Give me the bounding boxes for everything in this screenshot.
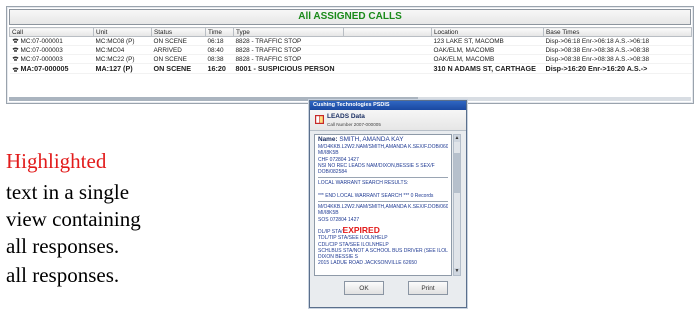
caption-line-4: all responses. [6,234,120,258]
location-cell: 310 N ADAMS ST, CARTHAGE [431,63,544,74]
dialog-header: LEADS Data Call Number 2007-000005 [310,110,466,131]
base-times-cell: Disp->08:38 Enr->08:38 A.S.->08:38 [543,54,692,64]
table-row[interactable]: MC:07-000003 MC:MC22 (P) ON SCENE 08:38 … [9,54,692,64]
base-times-cell: Disp->06:18 Enr->06:18 A.S.->06:18 [543,36,692,46]
call-cell: MC:07-000003 [9,45,94,55]
unit-cell: MC:MC04 [93,45,152,55]
call-cell: MA:07-000005 [9,63,94,74]
call-cell: MC:07-000003 [9,54,94,64]
calls-table: Call Unit Status Time Type Location Base… [9,27,692,74]
status-cell: ON SCENE [151,36,206,46]
type-cell: 8828 - TRAFFIC STOP [233,45,344,55]
dialog-vertical-scrollbar[interactable]: ▲ ▼ [453,134,461,276]
print-button[interactable]: Print [408,281,448,295]
time-cell: 16:20 [205,63,234,74]
divider [318,177,448,179]
status-cell: ARRIVED [151,45,206,55]
name-line: Name: SMITH, AMANDA KAY [318,136,404,143]
time-cell: 06:18 [205,36,234,46]
col-header-call[interactable]: Call [9,27,94,37]
col-header-base-times[interactable]: Base Times [543,27,692,37]
calls-header-row: Call Unit Status Time Type Location Base… [9,27,692,37]
col-header-location[interactable]: Location [431,27,544,37]
unit-cell: MC:MC22 (P) [93,54,152,64]
phone-icon [12,56,18,62]
time-cell: 08:38 [205,54,234,64]
base-times-cell: Disp->16:20 Enr->16:20 A.S.-> [543,63,692,74]
caption-highlighted: Highlighted [6,149,107,173]
blank-cell [343,36,432,46]
type-cell: 8001 - SUSPICIOUS PERSON [233,63,344,74]
leads-response-text[interactable]: Name: SMITH, AMANDA KAY M/O4KKB.L2W2.NAM… [314,134,452,276]
table-row[interactable]: MA:07-000005 MA:127 (P) ON SCENE 16:20 8… [9,63,692,74]
scrollbar-thumb[interactable] [454,153,460,193]
location-cell: OAK/ELM, MACOMB [431,54,544,64]
blank-cell [343,45,432,55]
col-header-status[interactable]: Status [151,27,206,37]
call-cell: MC:07-000001 [9,36,94,46]
col-header-unit[interactable]: Unit [93,27,152,37]
response-line: DOB/082584 [318,169,347,176]
calls-panel-title: All ASSIGNED CALLS [9,9,691,25]
table-row[interactable]: MC:07-000003 MC:MC04 ARRIVED 08:40 8828 … [9,45,692,55]
dialog-call-number: Call Number 2007-000005 [327,122,381,127]
phone-icon [12,47,18,53]
unit-cell: MC:MC08 (P) [93,36,152,46]
location-cell: 123 LAKE ST, MACOMB [431,36,544,46]
status-cell: ON SCENE [151,63,206,74]
col-header-blank[interactable] [343,27,432,37]
caption-line-2: text in a single [6,180,130,204]
divider [318,201,448,203]
expired-highlight: EXPIRED [342,226,380,235]
leads-book-icon [315,115,324,124]
location-cell: OAK/ELM, MACOMB [431,45,544,55]
blank-cell [343,54,432,64]
base-times-cell: Disp->08:38 Enr->08:38 A.S.->08:38 [543,45,692,55]
caption-line-5: all responses. [6,263,120,287]
caption-line-3: view containing [6,207,141,231]
phone-icon [12,67,18,72]
assigned-calls-panel: All ASSIGNED CALLS Call Unit Status Time… [6,6,694,104]
type-cell: 8828 - TRAFFIC STOP [233,36,344,46]
unit-cell: MA:127 (P) [93,63,152,74]
blank-cell [343,63,432,74]
col-header-time[interactable]: Time [205,27,234,37]
col-header-type[interactable]: Type [233,27,344,37]
table-row[interactable]: MC:07-000001 MC:MC08 (P) ON SCENE 06:18 … [9,36,692,46]
dialog-titlebar[interactable]: Cushing Technologies PSDIS [310,101,466,110]
scroll-up-arrow-icon[interactable]: ▲ [454,135,460,142]
leads-data-dialog: Cushing Technologies PSDIS LEADS Data Ca… [309,100,467,308]
dl-status-line: DL/IP STA/EXPIRED [318,226,380,235]
type-cell: 8828 - TRAFFIC STOP [233,54,344,64]
response-line: 2015 LADUE ROAD JACKSONVILLE 62650 [318,260,417,267]
phone-icon [12,38,18,44]
dialog-header-title: LEADS Data [327,113,365,120]
status-cell: ON SCENE [151,54,206,64]
scroll-down-arrow-icon[interactable]: ▼ [454,268,460,275]
ok-button[interactable]: OK [344,281,384,295]
response-line: *** END LOCAL WARRANT SEARCH *** 0 Recor… [318,192,434,199]
time-cell: 08:40 [205,45,234,55]
